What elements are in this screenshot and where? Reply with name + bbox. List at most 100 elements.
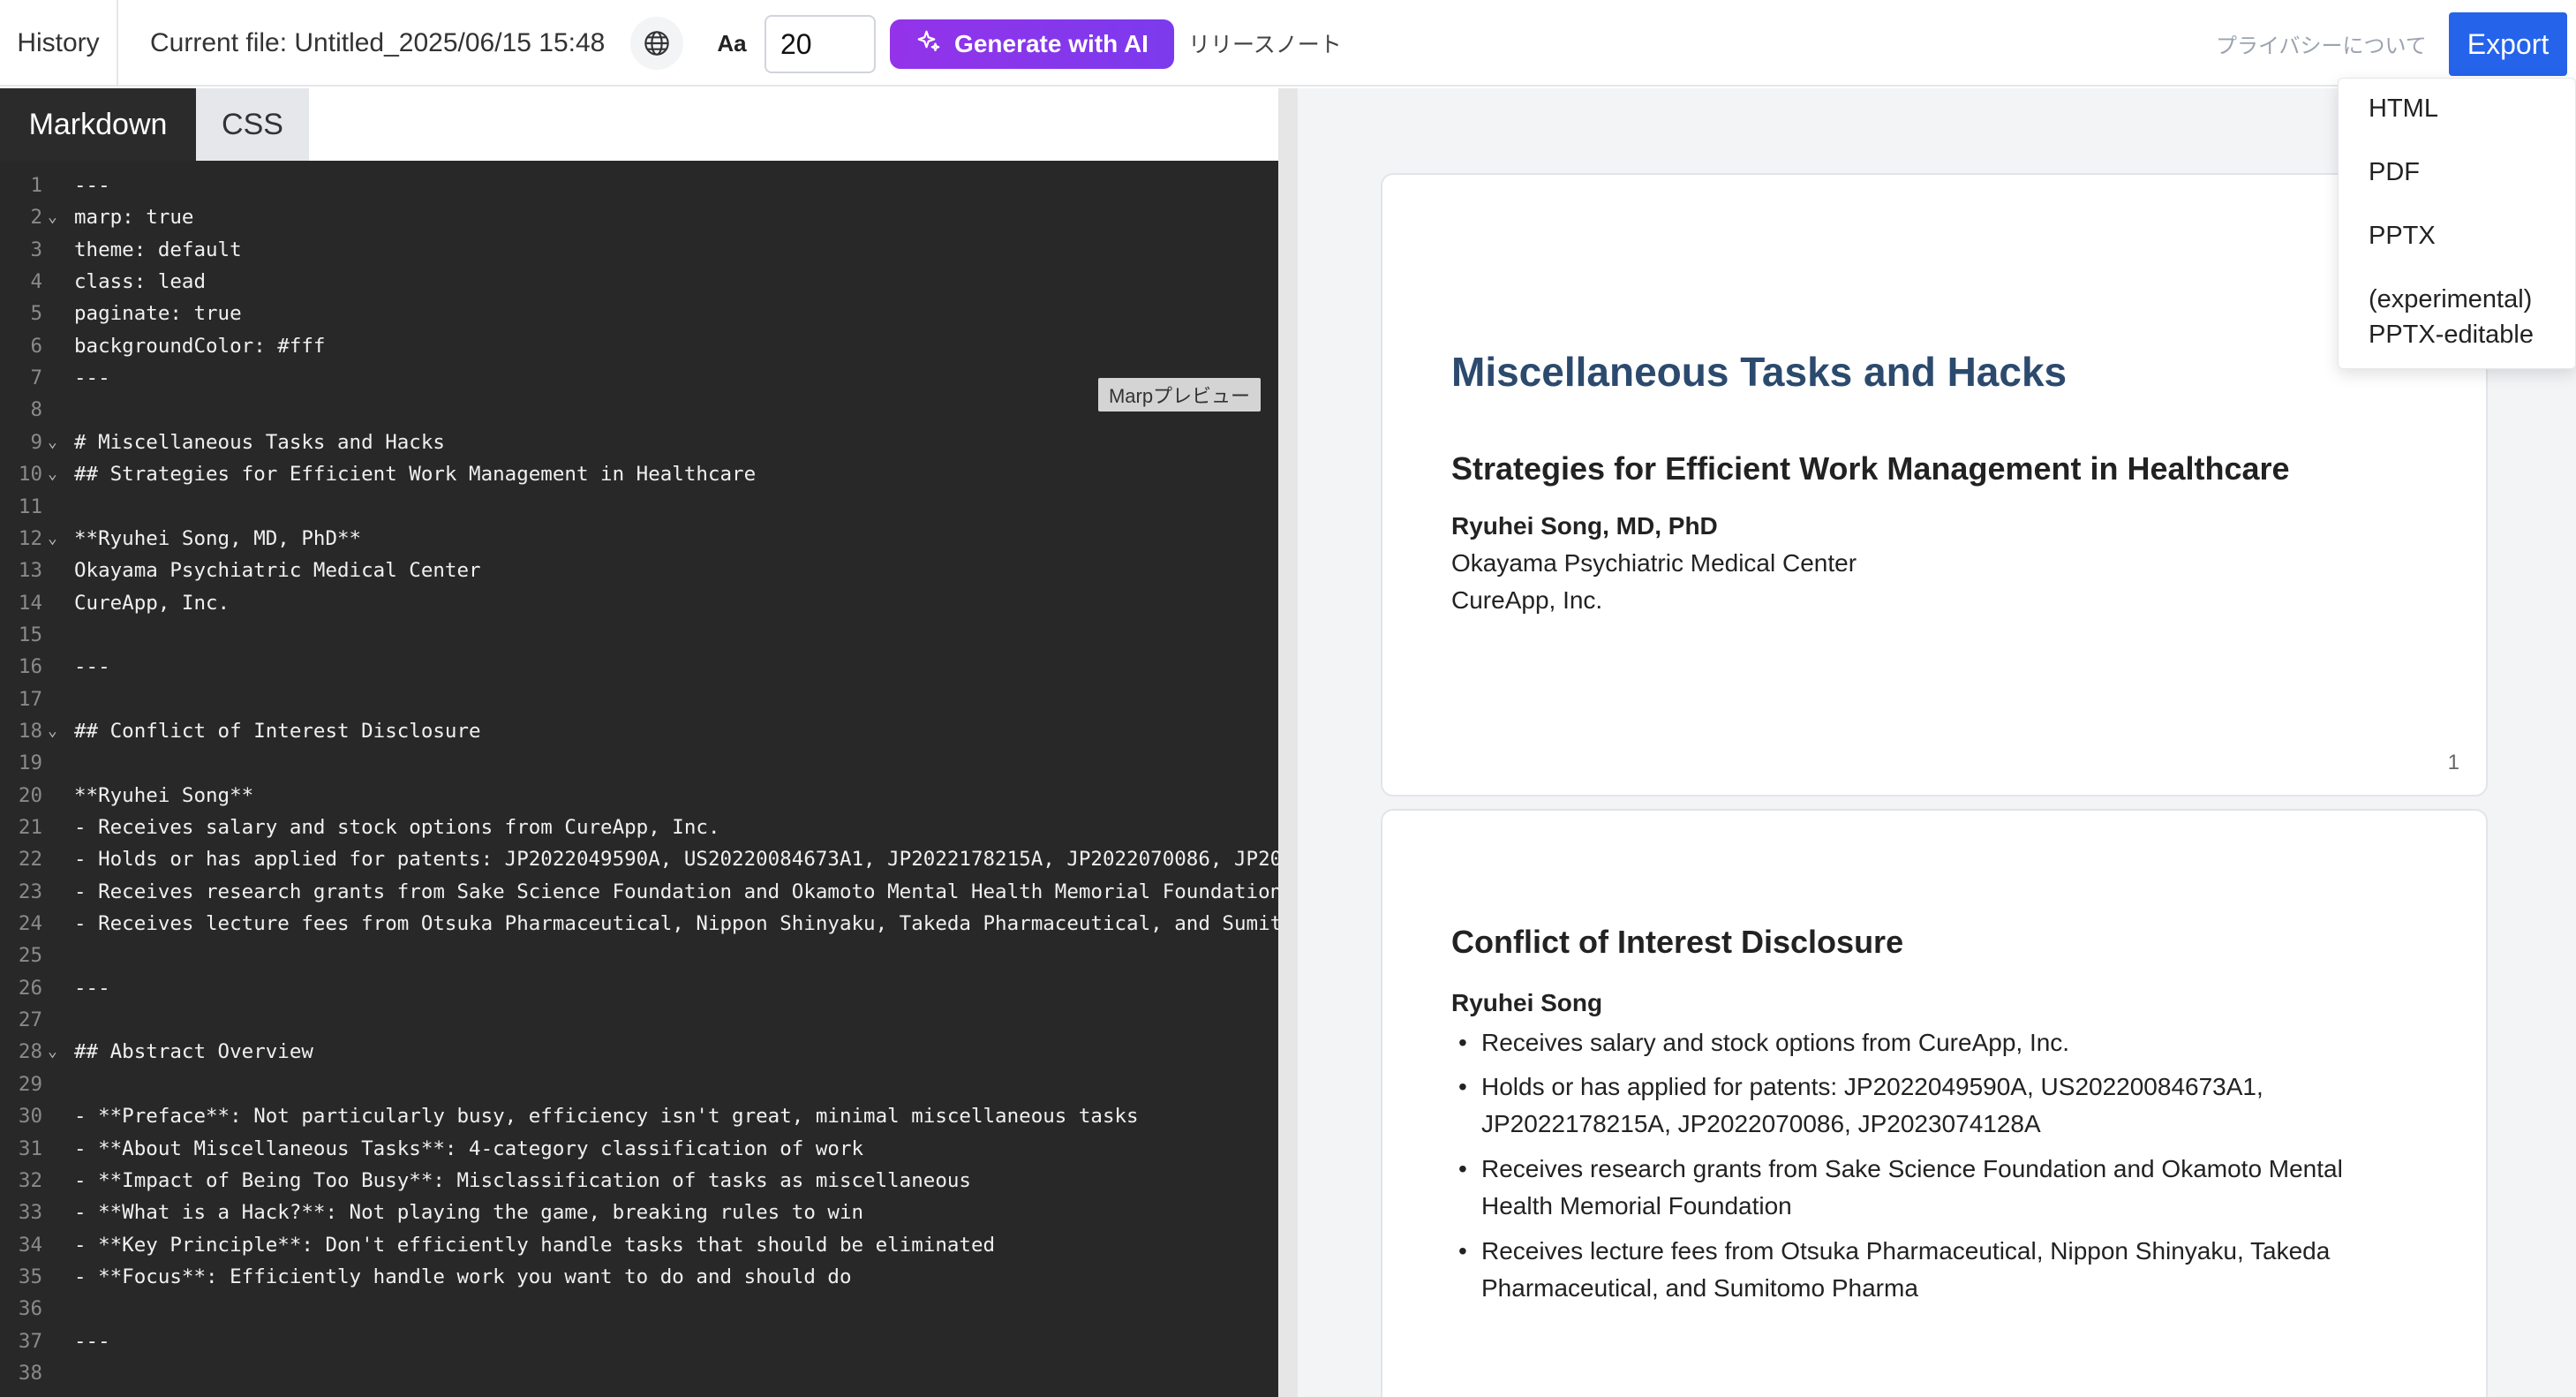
code-line[interactable]: 31 - **About Miscellaneous Tasks**: 4-cat…	[0, 1133, 1278, 1165]
code-line[interactable]: 17	[0, 683, 1278, 715]
font-size-input[interactable]	[765, 15, 876, 73]
code-text: theme: default	[74, 238, 242, 261]
markdown-editor[interactable]: 1 --- 2 ⌄ marp: true 3 theme: default 4 class: l…	[0, 161, 1278, 1397]
code-line[interactable]: 19	[0, 747, 1278, 779]
line-number: 23	[18, 880, 42, 903]
code-line[interactable]: 38	[0, 1357, 1278, 1389]
line-number: 27	[18, 1008, 42, 1032]
line-number: 24	[18, 912, 42, 936]
line-number: 14	[18, 591, 42, 615]
code-line[interactable]: 28 ⌄ ## Abstract Overview	[0, 1036, 1278, 1068]
line-number: 11	[18, 495, 42, 518]
export-pdf-item[interactable]: PDF	[2369, 155, 2420, 190]
code-line[interactable]: 11	[0, 491, 1278, 523]
code-text: ---	[74, 976, 110, 1000]
export-pptx-editable-item[interactable]: (experimental) PPTX-editable	[2369, 282, 2534, 352]
line-number: 5	[30, 302, 42, 326]
code-line[interactable]: 29	[0, 1069, 1278, 1100]
code-text: ## Conflict of Interest Disclosure	[74, 719, 481, 743]
code-text: **Ryuhei Song**	[74, 783, 254, 807]
line-number: 18	[18, 719, 42, 743]
list-item: Receives salary and stock options from C…	[1458, 1024, 2417, 1061]
code-line[interactable]: 16 ---	[0, 651, 1278, 683]
fold-chevron-icon[interactable]: ⌄	[48, 1036, 57, 1068]
code-line[interactable]: 1 ---	[0, 170, 1278, 201]
export-button[interactable]: Export	[2449, 12, 2567, 76]
line-number: 6	[30, 334, 42, 358]
line-number: 37	[18, 1329, 42, 1353]
line-number: 16	[18, 655, 42, 679]
history-button[interactable]: History	[0, 0, 118, 87]
slide-affiliation-2: CureApp, Inc.	[1451, 586, 1603, 614]
line-number: 26	[18, 976, 42, 1000]
slide-page-number: 1	[2447, 751, 2459, 774]
code-line[interactable]: 2 ⌄ marp: true	[0, 201, 1278, 233]
line-number: 12	[18, 526, 42, 550]
code-line[interactable]: 21 - Receives salary and stock options fr…	[0, 812, 1278, 843]
code-text: ## Abstract Overview	[74, 1040, 313, 1064]
release-notes-link[interactable]: リリースノート	[1188, 0, 1342, 87]
export-pptx-item[interactable]: PPTX	[2369, 218, 2436, 253]
globe-icon[interactable]	[630, 17, 683, 70]
code-line[interactable]: 24 - Receives lecture fees from Otsuka Ph…	[0, 908, 1278, 940]
code-text: - **What is a Hack?**: Not playing the g…	[74, 1201, 864, 1225]
fold-chevron-icon[interactable]: ⌄	[48, 715, 57, 747]
pane-divider[interactable]	[1278, 88, 1298, 1397]
code-line[interactable]: 36	[0, 1293, 1278, 1325]
code-line[interactable]: 4 class: lead	[0, 266, 1278, 298]
fold-chevron-icon[interactable]: ⌄	[48, 458, 57, 490]
code-text: ---	[74, 366, 110, 390]
code-line[interactable]: 12 ⌄ **Ryuhei Song, MD, PhD**	[0, 523, 1278, 555]
tab-css[interactable]: CSS	[196, 88, 309, 161]
code-line[interactable]: 14 CureApp, Inc.	[0, 587, 1278, 619]
code-line[interactable]: 26 ---	[0, 972, 1278, 1004]
code-line[interactable]: 34 - **Key Principle**: Don't efficiently…	[0, 1229, 1278, 1261]
line-number: 2	[30, 206, 42, 230]
slide-title: Conflict of Interest Disclosure	[1451, 924, 1904, 960]
code-line[interactable]: 33 - **What is a Hack?**: Not playing the…	[0, 1197, 1278, 1228]
line-number: 21	[18, 816, 42, 839]
code-line[interactable]: 3 theme: default	[0, 234, 1278, 266]
code-line[interactable]: 25	[0, 940, 1278, 971]
code-line[interactable]: 18 ⌄ ## Conflict of Interest Disclosure	[0, 715, 1278, 747]
tab-markdown[interactable]: Markdown	[0, 88, 196, 161]
fold-chevron-icon[interactable]: ⌄	[48, 427, 57, 458]
line-number: 1	[30, 174, 42, 197]
code-line[interactable]: 9 ⌄ # Miscellaneous Tasks and Hacks	[0, 427, 1278, 458]
line-number: 30	[18, 1105, 42, 1129]
code-line[interactable]: 22 - Holds or has applied for patents: JP…	[0, 843, 1278, 875]
fold-chevron-icon[interactable]: ⌄	[48, 523, 57, 555]
code-line[interactable]: 15	[0, 619, 1278, 651]
editor-tabs: Markdown CSS	[0, 88, 1278, 161]
code-line[interactable]: 27	[0, 1004, 1278, 1036]
pptx-editable-label: PPTX-editable	[2369, 321, 2534, 349]
generate-with-ai-button[interactable]: Generate with AI	[890, 19, 1174, 69]
code-line[interactable]: 35 - **Focus**: Efficiently handle work y…	[0, 1261, 1278, 1293]
code-line[interactable]: 6 backgroundColor: #fff	[0, 330, 1278, 362]
code-line[interactable]: 20 **Ryuhei Song**	[0, 780, 1278, 812]
code-line[interactable]: 5 paginate: true	[0, 298, 1278, 329]
code-line[interactable]: 30 - **Preface**: Not particularly busy, …	[0, 1100, 1278, 1132]
slide-subtitle: Strategies for Efficient Work Management…	[1451, 450, 2290, 487]
code-line[interactable]: 37 ---	[0, 1325, 1278, 1357]
code-text: - **Impact of Being Too Busy**: Misclass…	[74, 1168, 971, 1192]
export-dropdown-menu: HTML PDF PPTX (experimental) PPTX-editab…	[2338, 78, 2576, 369]
code-line[interactable]: 23 - Receives research grants from Sake S…	[0, 876, 1278, 908]
code-line[interactable]: 7 ---	[0, 362, 1278, 394]
code-text: **Ryuhei Song, MD, PhD**	[74, 526, 362, 550]
code-line[interactable]: 13 Okayama Psychiatric Medical Center	[0, 555, 1278, 586]
sparkle-icon	[915, 28, 942, 61]
slide-title: Miscellaneous Tasks and Hacks	[1451, 349, 2068, 395]
line-number: 13	[18, 559, 42, 583]
code-line[interactable]: 8	[0, 394, 1278, 426]
fold-chevron-icon[interactable]: ⌄	[48, 201, 57, 233]
code-line[interactable]: 10 ⌄ ## Strategies for Efficient Work Mana…	[0, 458, 1278, 490]
export-html-item[interactable]: HTML	[2369, 91, 2438, 126]
code-text: - **About Miscellaneous Tasks**: 4-categ…	[74, 1136, 864, 1160]
font-size-icon: Aa	[717, 29, 747, 57]
line-number: 38	[18, 1361, 42, 1385]
code-line[interactable]: 32 - **Impact of Being Too Busy**: Miscla…	[0, 1165, 1278, 1197]
privacy-link[interactable]: プライバシーについて	[2216, 0, 2427, 87]
top-toolbar: History Current file: Untitled_2025/06/1…	[0, 0, 2576, 87]
line-number: 25	[18, 944, 42, 968]
